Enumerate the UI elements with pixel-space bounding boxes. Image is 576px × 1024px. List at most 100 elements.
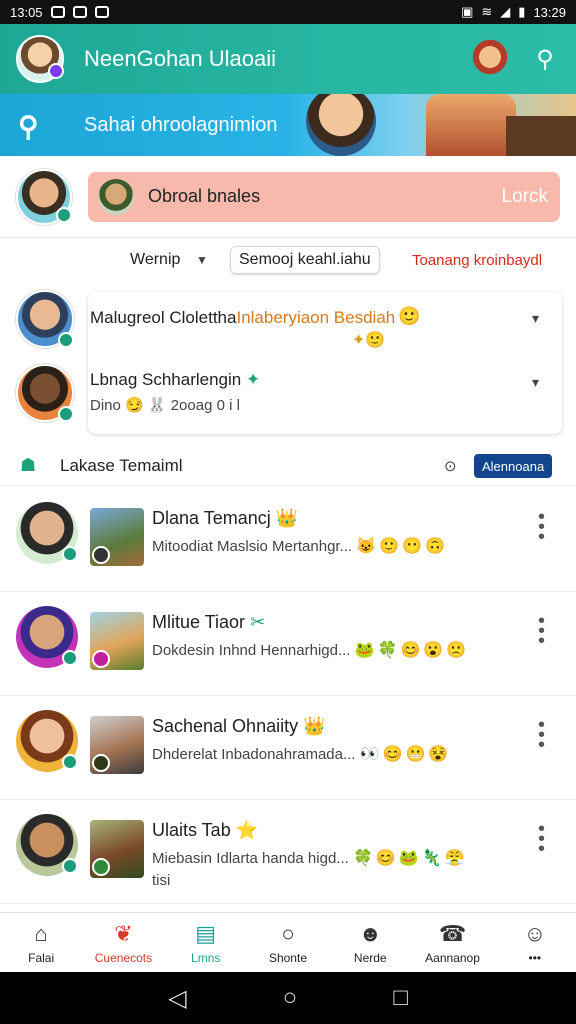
chevron-down-icon[interactable]: ▾: [532, 374, 539, 391]
chat-preview-text: Dhderelat Inbadonahramada...: [152, 746, 356, 763]
banner-text: Sahai ohroolagnimion: [84, 113, 278, 136]
nav-label: Falai: [28, 950, 55, 965]
summary-subtitle: Inlaberyiaon Besdiah: [236, 308, 396, 327]
profile-row: Obroal bnales Lorck: [0, 156, 576, 238]
nav-item-search[interactable]: ○ Shonte: [247, 913, 329, 972]
bottom-nav: ⌂ Falai ❦ Cuenecots ▤ Lmns ○ Shonte ☻ Nerde ☎…: [0, 912, 576, 972]
thumbnail[interactable]: [90, 612, 144, 670]
verified-badge-icon: [62, 754, 78, 770]
list-item[interactable]: Mlitue Tiaor ✂ Dokdesin Inhnd Hennarhigd…: [0, 592, 576, 696]
summary-preview: Dino 😏 🐰 2ooag 0 i l: [90, 397, 240, 414]
nav-label: Shonte: [268, 950, 307, 965]
notification-icon: [72, 6, 87, 18]
summary-avatar[interactable]: [16, 364, 74, 422]
verified-badge-icon: [58, 332, 74, 348]
thumbnail[interactable]: [90, 716, 144, 774]
nav-label: Lmns: [191, 950, 221, 965]
verified-badge-icon: [58, 406, 74, 422]
vibrate-icon: ▣: [461, 4, 474, 19]
nav-item-home[interactable]: ⌂ Falai: [0, 913, 82, 972]
chat-preview: Mitoodiat Maslsio Mertanhgr... 😺🙂😶🙃: [152, 536, 448, 556]
chat-name-text: Mlitue Tiaor: [152, 612, 246, 632]
more-vert-icon[interactable]: • • •: [538, 715, 545, 755]
more-vert-icon[interactable]: • • •: [538, 507, 545, 547]
avatar[interactable]: [16, 814, 78, 876]
profile-avatar[interactable]: [16, 168, 72, 225]
emoji-row: 🐸🍀😊😮🙁: [354, 642, 470, 659]
character-illustration: [306, 94, 376, 156]
nav-item-lists[interactable]: ▤ Lmns: [165, 913, 247, 972]
emoji-row: 🍀😊🐸🦎😤: [352, 850, 468, 867]
avatar[interactable]: [16, 502, 78, 564]
system-nav-bar: ◁ ○ □: [0, 972, 576, 1024]
chat-preview-text: Miebasin Idlarta handa higd...: [152, 850, 349, 867]
pill-avatar: [98, 178, 134, 215]
app-title: NeenGohan Ulaoaii: [84, 46, 277, 71]
clock-icon[interactable]: ⊙: [444, 457, 457, 475]
search-icon[interactable]: ⚲: [530, 44, 560, 74]
mini-badge-icon: [92, 546, 110, 564]
search-banner[interactable]: ⚲ Sahai ohroolagnimion: [0, 94, 576, 156]
summary-name: Malugreol Clolettha: [90, 308, 237, 327]
filter-dropdown-label[interactable]: Wernip: [130, 251, 180, 269]
section-action-button[interactable]: Alennoana: [474, 454, 553, 478]
mini-badge-icon: [92, 754, 110, 772]
list-item[interactable]: Sachenal Ohnaiity 👑 Dhderelat Inbadonahr…: [0, 696, 576, 800]
chat-name-text: Sachenal Ohnaiity: [152, 716, 299, 736]
emoji-row: 😺🙂😶🙃: [356, 538, 448, 555]
chat-preview-text: Mitoodiat Maslsio Mertanhgr...: [152, 538, 353, 555]
account-avatar[interactable]: [16, 35, 64, 83]
recents-icon[interactable]: □: [393, 984, 408, 1012]
ribbon-icon: ❦: [114, 920, 133, 946]
more-vert-icon[interactable]: • • •: [538, 611, 545, 651]
summary-item-title[interactable]: Malugreol CloletthaInlaberyiaon Besdiah: [90, 308, 395, 328]
filter-chip[interactable]: Semooj keahl.iahu: [230, 246, 380, 274]
nav-item-connections[interactable]: ❦ Cuenecots: [82, 913, 164, 972]
sparkle-icon: ✦🙂: [352, 332, 386, 349]
emoji-icon: 🙂: [398, 306, 421, 326]
tag-icon: ⭐: [235, 820, 259, 840]
fence-illustration: [506, 116, 576, 156]
people-icon: ☗: [20, 455, 37, 475]
avatar[interactable]: [16, 710, 78, 772]
chat-preview-extra: tisi: [152, 872, 171, 889]
section-title: Lakase Temaiml: [60, 455, 183, 475]
filter-link[interactable]: Toanang kroinbaydl: [412, 252, 542, 269]
nav-item-calls[interactable]: ☎ Aannanop: [411, 913, 493, 972]
avatar[interactable]: [16, 606, 78, 668]
summary-item-title[interactable]: Lbnag Schharlengin ✦: [90, 370, 260, 390]
lock-button[interactable]: Lorck: [502, 186, 548, 208]
home-circle-icon[interactable]: ○: [283, 984, 298, 1012]
chat-name: Sachenal Ohnaiity 👑: [152, 716, 326, 737]
nav-item-nerde[interactable]: ☻ Nerde: [329, 913, 411, 972]
emoji-row: 👀😊😬😵: [359, 746, 452, 763]
chevron-down-icon[interactable]: ▾: [532, 310, 539, 327]
status-card[interactable]: Obroal bnales Lorck: [88, 171, 560, 222]
verified-badge-icon: [62, 546, 78, 562]
thumbnail[interactable]: [90, 820, 144, 878]
list-item[interactable]: Dlana Temancj 👑 Mitoodiat Maslsio Mertan…: [0, 488, 576, 592]
summary-avatar[interactable]: [16, 290, 74, 348]
search-icon: ⚲: [18, 111, 39, 142]
chat-name-text: Ulaits Tab: [152, 820, 231, 840]
banner-illustration: [306, 94, 576, 156]
summary-name: Lbnag Schharlengin: [90, 370, 242, 389]
nav-label: Cuenecots: [94, 950, 153, 965]
chevron-down-icon[interactable]: ▼: [196, 253, 208, 267]
phone-icon: ☎: [438, 920, 467, 946]
verified-badge-icon: [62, 858, 78, 874]
chat-name: Mlitue Tiaor ✂: [152, 612, 265, 633]
back-icon[interactable]: ◁: [168, 984, 186, 1013]
nav-item-profile[interactable]: ☺ •••: [494, 913, 576, 972]
notification-icon: [94, 6, 109, 18]
verified-badge-icon: [56, 206, 72, 223]
list-item[interactable]: Ulaits Tab ⭐ Miebasin Idlarta handa higd…: [0, 800, 576, 904]
chat-list: Dlana Temancj 👑 Mitoodiat Maslsio Mertan…: [0, 488, 576, 904]
more-vert-icon[interactable]: • • •: [538, 819, 545, 859]
clock-left: 13:05: [10, 4, 43, 20]
character-avatar[interactable]: [472, 39, 508, 79]
status-bar: 13:05 ▣ ≋ ◢ ▮ 13:29: [0, 0, 576, 24]
thumbnail[interactable]: [90, 508, 144, 566]
sparkle-icon: ✦: [241, 370, 261, 389]
nav-label: Aannanop: [425, 950, 480, 965]
